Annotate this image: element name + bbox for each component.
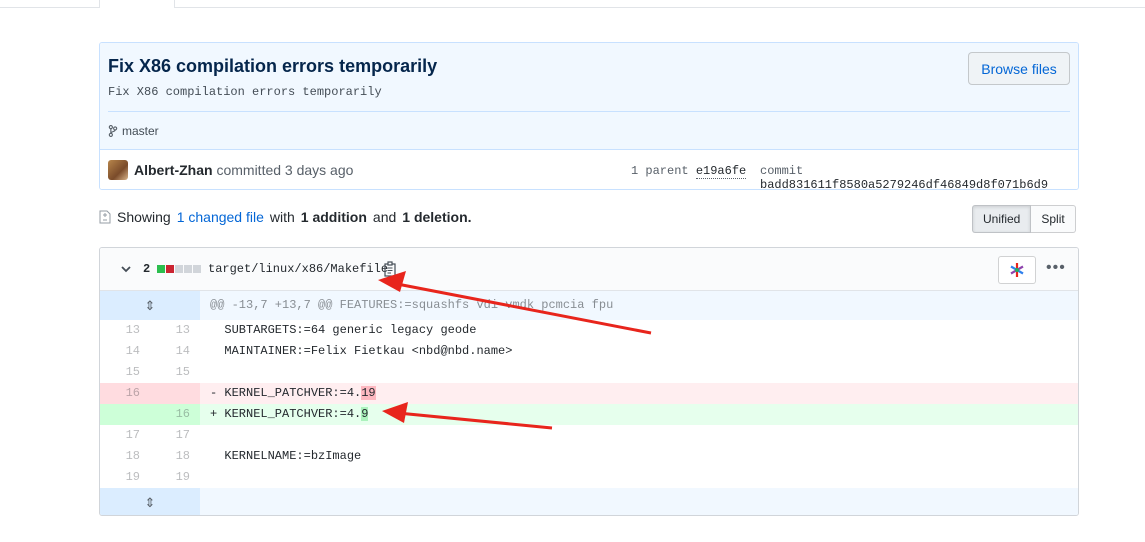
code-text: - KERNEL_PATCHVER:=4. <box>210 386 362 400</box>
app-action-button[interactable] <box>998 256 1036 284</box>
old-line-number[interactable]: 14 <box>100 341 150 362</box>
new-line-number[interactable] <box>150 383 200 404</box>
deletions-count: 1 deletion. <box>402 209 472 225</box>
commit-author-line: Albert-Zhan committed 3 days ago <box>134 162 353 178</box>
diff-change-count: 2 <box>143 262 151 276</box>
code-line: KERNELNAME:=bzImage <box>210 449 362 463</box>
diff-line-context: 13 13 SUBTARGETS:=64 generic legacy geod… <box>100 320 1078 341</box>
code-line: - KERNEL_PATCHVER:=4.19 <box>200 383 1078 404</box>
diff-line-context: 17 17 <box>100 425 1078 446</box>
new-line-number[interactable]: 16 <box>150 404 200 425</box>
new-line-number[interactable]: 18 <box>150 446 200 467</box>
new-line-number[interactable]: 19 <box>150 467 200 488</box>
commit-title: Fix X86 compilation errors temporarily <box>108 56 438 76</box>
summary-showing: Showing <box>117 209 171 225</box>
old-line-number[interactable]: 19 <box>100 467 150 488</box>
code-line: MAINTAINER:=Felix Fietkau <nbd@nbd.name> <box>210 344 513 358</box>
commit-description: Fix X86 compilation errors temporarily <box>108 85 382 99</box>
diff-summary: Showing 1 changed file with 1 addition a… <box>99 209 472 225</box>
divider <box>108 111 1070 112</box>
file-diff: 2 target/linux/x86/Makefile ••• ⇕ @@ -13… <box>99 247 1079 516</box>
diff-view-toggle: Unified Split <box>972 205 1076 233</box>
hunk-footer <box>200 488 1078 515</box>
file-path-link[interactable]: target/linux/x86/Makefile <box>208 262 388 276</box>
summary-with: with <box>269 209 295 225</box>
branch-name[interactable]: master <box>122 124 159 138</box>
commit-header: Fix X86 compilation errors temporarily F… <box>100 43 1078 149</box>
code-line: + KERNEL_PATCHVER:=4.9 <box>200 404 1078 425</box>
commit-label: commit <box>760 164 804 178</box>
author-link[interactable]: Albert-Zhan <box>134 162 213 178</box>
diffstat-blocks <box>157 265 201 273</box>
committed-time: committed 3 days ago <box>216 162 354 178</box>
hunk-footer-row: ⇕ <box>100 488 1078 515</box>
browse-files-button[interactable]: Browse files <box>968 52 1070 85</box>
branch-list: master <box>108 124 159 138</box>
kebab-horizontal-icon[interactable]: ••• <box>1046 259 1066 277</box>
file-diff-icon <box>99 210 111 224</box>
parent-sha-link[interactable]: e19a6fe <box>695 164 747 179</box>
diffstat-block <box>184 265 192 273</box>
avatar[interactable] <box>108 160 128 180</box>
unified-view-button[interactable]: Unified <box>972 205 1032 233</box>
git-branch-icon <box>108 125 118 137</box>
new-line-number[interactable]: 13 <box>150 320 200 341</box>
commit-meta: Albert-Zhan committed 3 days ago 1 paren… <box>100 149 1078 190</box>
old-line-number[interactable]: 13 <box>100 320 150 341</box>
diff-line-context: 14 14 MAINTAINER:=Felix Fietkau <nbd@nbd… <box>100 341 1078 362</box>
new-line-number[interactable]: 15 <box>150 362 200 383</box>
code-line: SUBTARGETS:=64 generic legacy geode <box>210 323 477 337</box>
chevron-down-icon[interactable] <box>120 263 132 275</box>
clipboard-icon[interactable] <box>383 261 397 277</box>
diffstat-block <box>175 265 183 273</box>
additions-count: 1 addition <box>300 209 367 225</box>
changed-files-link[interactable]: 1 changed file <box>177 209 264 225</box>
old-line-number[interactable] <box>100 404 150 425</box>
new-line-number[interactable]: 14 <box>150 341 200 362</box>
commit-sha: badd831611f8580a5279246df46849d8f071b6d9 <box>760 178 1049 190</box>
unfold-icon[interactable]: ⇕ <box>100 488 200 515</box>
hunk-header-row: ⇕ @@ -13,7 +13,7 @@ FEATURES:=squashfs v… <box>100 291 1078 320</box>
commit-sha-info: commit badd831611f8580a5279246df46849d8f… <box>760 164 1078 190</box>
diff-line-context: 19 19 <box>100 467 1078 488</box>
old-line-number[interactable]: 18 <box>100 446 150 467</box>
unfold-icon[interactable]: ⇕ <box>100 291 200 320</box>
diffstat-block <box>166 265 174 273</box>
parent-label: 1 parent <box>631 164 689 178</box>
asterisk-app-icon <box>1010 263 1024 277</box>
diff-line-addition: 16 + KERNEL_PATCHVER:=4.9 <box>100 404 1078 425</box>
added-highlight: 9 <box>361 407 369 421</box>
diff-line-context: 18 18 KERNELNAME:=bzImage <box>100 446 1078 467</box>
diff-line-context: 15 15 <box>100 362 1078 383</box>
parent-info: 1 parent e19a6fe <box>631 164 747 179</box>
code-text: + KERNEL_PATCHVER:=4. <box>210 407 362 421</box>
diffstat-block <box>157 265 165 273</box>
diff-line-deletion: 16 - KERNEL_PATCHVER:=4.19 <box>100 383 1078 404</box>
old-line-number[interactable]: 17 <box>100 425 150 446</box>
tab-active[interactable] <box>99 0 175 8</box>
old-line-number[interactable]: 16 <box>100 383 150 404</box>
old-line-number[interactable]: 15 <box>100 362 150 383</box>
split-view-button[interactable]: Split <box>1031 205 1076 233</box>
file-header: 2 target/linux/x86/Makefile ••• <box>100 248 1078 291</box>
summary-and: and <box>372 209 397 225</box>
diffstat-block <box>193 265 201 273</box>
hunk-header: @@ -13,7 +13,7 @@ FEATURES:=squashfs vdi… <box>200 291 1078 320</box>
new-line-number[interactable]: 17 <box>150 425 200 446</box>
commit-box: Fix X86 compilation errors temporarily F… <box>99 42 1079 190</box>
deleted-highlight: 19 <box>361 386 376 400</box>
